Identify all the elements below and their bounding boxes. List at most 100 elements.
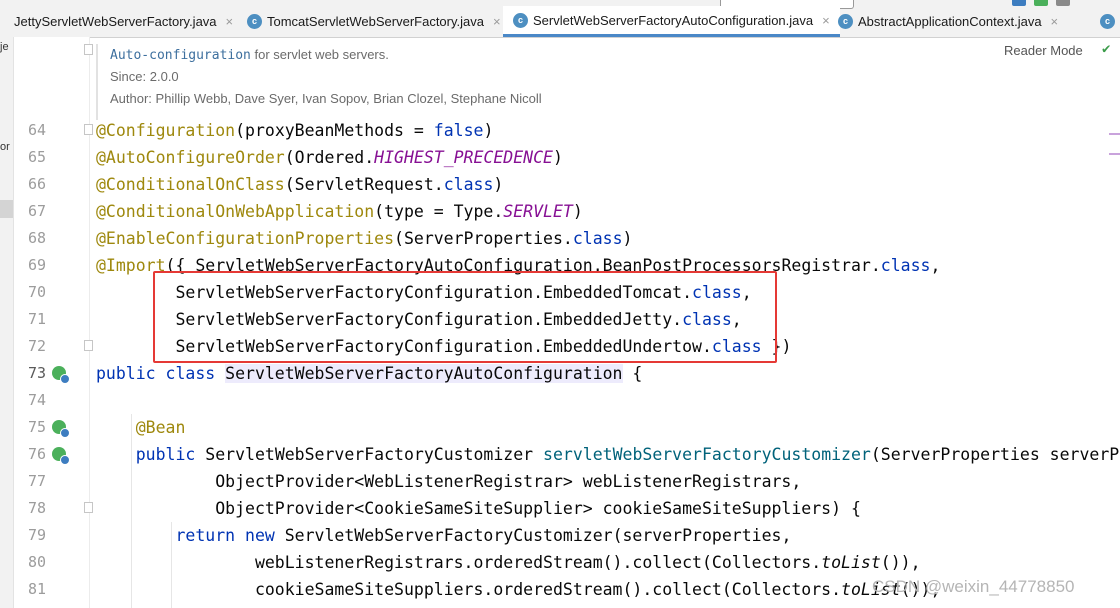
keyword: public class — [96, 364, 226, 383]
code-text: ServletWebServerFactoryCustomizer(server… — [284, 526, 792, 545]
line-number: 71 — [27, 310, 46, 328]
code-line-73[interactable]: public class ServletWebServerFactoryAuto… — [96, 360, 642, 387]
code-line-65[interactable]: @AutoConfigureOrder(Ordered.HIGHEST_PREC… — [96, 144, 563, 171]
code-text: cookieSameSiteSuppliers.orderedStream().… — [96, 580, 842, 599]
doc-text: for servlet web servers. — [250, 47, 389, 62]
doc-link[interactable]: Auto-configuration — [110, 48, 251, 63]
line-number: 78 — [27, 499, 46, 517]
fold-marker-icon[interactable] — [84, 44, 93, 55]
static-method: toList — [821, 553, 881, 572]
tab-jetty-factory[interactable]: JettyServletWebServerFactory.java × — [14, 6, 233, 37]
code-line-79[interactable]: return new ServletWebServerFactoryCustom… — [96, 522, 791, 549]
line-number: 70 — [27, 283, 46, 301]
line-number: 81 — [27, 580, 46, 598]
bean-config-icon[interactable] — [52, 366, 70, 384]
code-line-75[interactable]: @Bean — [96, 414, 186, 441]
line-number: 77 — [27, 472, 46, 490]
code-line-80[interactable]: webListenerRegistrars.orderedStream().co… — [96, 549, 921, 576]
highlight-box — [153, 271, 777, 363]
code-text: ) — [493, 175, 504, 194]
class-icon: c — [1100, 14, 1115, 29]
line-number: 76 — [27, 445, 46, 463]
tab-label: ServletWebServerFactoryAutoConfiguration… — [533, 12, 814, 28]
code-text: ) — [483, 121, 494, 140]
class-icon: c — [247, 14, 262, 29]
code-line-81[interactable]: cookieSameSiteSuppliers.orderedStream().… — [96, 576, 940, 603]
tab-abstract-app-context[interactable]: c AbstractApplicationContext.java × — [838, 6, 1058, 37]
close-icon[interactable]: × — [822, 13, 830, 28]
fold-marker-icon[interactable] — [84, 502, 93, 513]
code-line-77[interactable]: ObjectProvider<WebListenerRegistrar> web… — [96, 468, 801, 495]
class-icon: c — [513, 12, 528, 28]
check-icon[interactable]: ✔ — [1102, 41, 1110, 57]
code-text: (type = Type. — [374, 202, 504, 221]
constant: HIGHEST_PRECEDENCE — [374, 148, 553, 167]
watermark: CSDN @weixin_44778850 — [872, 577, 1075, 596]
line-number: 69 — [27, 256, 46, 274]
tab-label: TomcatServletWebServerFactory.java — [267, 14, 484, 29]
code-text: ServletWebServerFactoryCustomizer — [205, 445, 544, 464]
tab-autoconfiguration[interactable]: c ServletWebServerFactoryAutoConfigurati… — [503, 6, 840, 37]
line-number: 64 — [27, 121, 46, 139]
project-panel-edge[interactable]: je or — [0, 37, 14, 608]
line-number: 80 — [27, 553, 46, 571]
code-text: , — [930, 256, 941, 275]
code-line-76[interactable]: public ServletWebServerFactoryCustomizer… — [96, 441, 1120, 468]
line-number: 75 — [27, 418, 46, 436]
doc-bar — [96, 44, 98, 120]
code-text: (ServerProperties serverP — [870, 445, 1120, 464]
reader-mode-button[interactable]: Reader Mode — [1004, 43, 1083, 58]
panel-label: je — [0, 41, 9, 53]
tab-tomcat-factory[interactable]: c TomcatServletWebServerFactory.java × — [247, 6, 501, 37]
annotation: @ConditionalOnWebApplication — [96, 202, 375, 221]
code-text: ) — [552, 148, 563, 167]
keyword: public — [96, 445, 206, 464]
code-text: ) — [622, 229, 633, 248]
code-text: ObjectProvider<CookieSameSiteSupplier> c… — [96, 499, 861, 518]
close-icon[interactable]: × — [493, 14, 501, 29]
code-line-67[interactable]: @ConditionalOnWebApplication(type = Type… — [96, 198, 583, 225]
line-number: 73 — [27, 364, 46, 382]
gutter-divider — [89, 37, 90, 608]
rendered-javadoc: Auto-configuration for servlet web serve… — [96, 44, 1116, 120]
close-icon[interactable]: × — [1051, 14, 1059, 29]
keyword: return new — [96, 526, 285, 545]
bean-method-icon[interactable] — [52, 420, 70, 438]
keyword: false — [433, 121, 484, 140]
annotation: @Bean — [96, 418, 186, 437]
panel-label: or — [0, 141, 10, 153]
bean-method-icon[interactable] — [52, 447, 70, 465]
code-line-68[interactable]: @EnableConfigurationProperties(ServerPro… — [96, 225, 632, 252]
code-text: webListenerRegistrars.orderedStream().co… — [96, 553, 822, 572]
close-icon[interactable]: × — [226, 14, 234, 29]
panel-selection — [0, 200, 13, 218]
keyword: class — [443, 175, 494, 194]
line-number: 79 — [27, 526, 46, 544]
code-text: (ServletRequest. — [284, 175, 444, 194]
line-number: 68 — [27, 229, 46, 247]
scrollbar-marker[interactable] — [1109, 153, 1120, 155]
scrollbar-marker[interactable] — [1109, 133, 1120, 135]
keyword: class — [880, 256, 931, 275]
tab-label: JettyServletWebServerFactory.java — [14, 14, 217, 29]
annotation: @AutoConfigureOrder — [96, 148, 285, 167]
class-name: ServletWebServerFactoryAutoConfiguration — [225, 364, 623, 383]
doc-author: Author: Phillip Webb, Dave Syer, Ivan So… — [110, 91, 542, 106]
code-text: ()), — [880, 553, 921, 572]
fold-marker-icon[interactable] — [84, 340, 93, 351]
tab-overflow[interactable]: c — [1100, 6, 1120, 37]
editor-tab-bar: JettyServletWebServerFactory.java × c To… — [0, 0, 1120, 38]
code-line-78[interactable]: ObjectProvider<CookieSameSiteSupplier> c… — [96, 495, 861, 522]
class-icon: c — [838, 14, 853, 29]
code-line-66[interactable]: @ConditionalOnClass(ServletRequest.class… — [96, 171, 503, 198]
line-number: 72 — [27, 337, 46, 355]
keyword: class — [572, 229, 623, 248]
annotation: @ConditionalOnClass — [96, 175, 285, 194]
annotation: @EnableConfigurationProperties — [96, 229, 395, 248]
code-text: (ServerProperties. — [394, 229, 573, 248]
code-text: ObjectProvider<WebListenerRegistrar> web… — [96, 472, 802, 491]
code-text: { — [622, 364, 643, 383]
code-text: (proxyBeanMethods = — [235, 121, 434, 140]
code-line-64[interactable]: @Configuration(proxyBeanMethods = false) — [96, 117, 493, 144]
fold-marker-icon[interactable] — [84, 124, 93, 135]
